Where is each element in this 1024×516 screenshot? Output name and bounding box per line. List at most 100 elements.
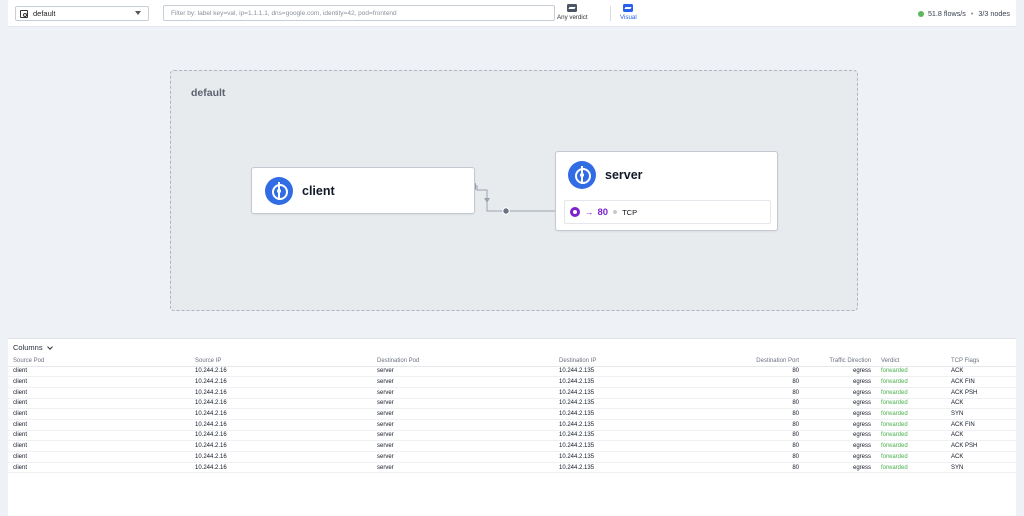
protocol-label: TCP	[622, 207, 638, 217]
source-pod-cell: client	[8, 430, 190, 442]
source-pod-cell: client	[8, 398, 190, 410]
server-service-name: server	[605, 168, 643, 182]
destination-port-cell: 80	[704, 419, 804, 431]
namespace-select-value: default	[33, 9, 56, 18]
tcp-flags-cell: ACK FIN	[946, 376, 1016, 388]
status-separator: •	[970, 9, 974, 18]
table-header-row: Source Pod Source IP Destination Pod Des…	[8, 356, 1016, 367]
filter-input[interactable]	[163, 5, 555, 21]
destination-port-cell: 80	[704, 408, 804, 420]
verdict-cell: forwarded	[876, 387, 946, 399]
source-pod-cell: client	[8, 440, 190, 452]
source-pod-cell: client	[8, 419, 190, 431]
node-count: 3/3 nodes	[978, 9, 1010, 18]
table-row[interactable]: client 10.244.2.16 server 10.244.2.135 80 egr…	[8, 398, 1016, 410]
destination-pod-cell: server	[372, 387, 554, 399]
destination-port-cell: 80	[704, 451, 804, 463]
source-ip-cell: 10.244.2.16	[190, 440, 372, 452]
verdict-filter-label: Any verdict	[557, 14, 588, 21]
column-header[interactable]: Traffic Direction	[804, 356, 876, 367]
destination-port-cell: 80	[704, 440, 804, 452]
table-row[interactable]: client 10.244.2.16 server 10.244.2.135 80 egr…	[8, 408, 1016, 420]
verdict-icon	[567, 4, 578, 12]
tcp-flags-cell: SYN	[946, 462, 1016, 474]
destination-pod-cell: server	[372, 419, 554, 431]
source-ip-cell: 10.244.2.16	[190, 398, 372, 410]
namespace-select[interactable]: default	[15, 6, 149, 21]
table-row[interactable]: client 10.244.2.16 server 10.244.2.135 80 egr…	[8, 419, 1016, 431]
table-row[interactable]: client 10.244.2.16 server 10.244.2.135 80 egr…	[8, 430, 1016, 442]
namespace-icon	[20, 9, 28, 18]
table-row[interactable]: client 10.244.2.16 server 10.244.2.135 80 egr…	[8, 440, 1016, 452]
destination-port-cell: 80	[704, 462, 804, 474]
column-header[interactable]: TCP Flags	[946, 356, 1016, 367]
verdict-cell: forwarded	[876, 398, 946, 410]
source-ip-cell: 10.244.2.16	[190, 387, 372, 399]
column-header[interactable]: Source IP	[190, 356, 372, 367]
verdict-cell: forwarded	[876, 430, 946, 442]
client-service-name: client	[302, 184, 335, 198]
source-ip-cell: 10.244.2.16	[190, 451, 372, 463]
table-row[interactable]: client 10.244.2.16 server 10.244.2.135 80 egr…	[8, 376, 1016, 388]
verdict-filter-button[interactable]: Any verdict	[557, 4, 588, 21]
column-header[interactable]: Destination Pod	[372, 356, 554, 367]
chevron-down-icon	[135, 11, 141, 15]
server-port-row[interactable]: → 80 TCP	[564, 200, 771, 224]
column-header[interactable]: Source Pod	[8, 356, 190, 367]
source-ip-cell: 10.244.2.16	[190, 462, 372, 474]
table-row[interactable]: client 10.244.2.16 server 10.244.2.135 80 egr…	[8, 462, 1016, 474]
verdict-cell: forwarded	[876, 408, 946, 420]
column-header[interactable]: Verdict	[876, 356, 946, 367]
tcp-flags-cell: ACK PSH	[946, 387, 1016, 399]
columns-button[interactable]: Columns	[13, 343, 53, 352]
destination-port-cell: 80	[704, 376, 804, 388]
destination-ip-cell: 10.244.2.135	[554, 376, 704, 388]
verdict-cell: forwarded	[876, 376, 946, 388]
destination-port-cell: 80	[704, 366, 804, 378]
table-row[interactable]: client 10.244.2.16 server 10.244.2.135 80 egr…	[8, 366, 1016, 378]
chevron-down-icon	[46, 343, 53, 350]
traffic-direction-cell: egress	[804, 440, 876, 452]
server-service-card[interactable]: server → 80 TCP	[555, 151, 778, 231]
separator-dot	[613, 210, 618, 214]
source-pod-cell: client	[8, 387, 190, 399]
visual-view-button[interactable]: Visual	[620, 4, 637, 21]
port-icon	[570, 207, 580, 217]
kubernetes-icon	[568, 161, 596, 189]
tcp-flags-cell: ACK FIN	[946, 419, 1016, 431]
tcp-flags-cell: ACK	[946, 430, 1016, 442]
source-pod-cell: client	[8, 366, 190, 378]
traffic-direction-cell: egress	[804, 398, 876, 410]
columns-label: Columns	[13, 343, 43, 352]
tcp-flags-cell: ACK	[946, 398, 1016, 410]
tcp-flags-cell: ACK	[946, 451, 1016, 463]
top-toolbar: default Any verdict Visual 51.8 flows/s …	[8, 0, 1016, 27]
source-ip-cell: 10.244.2.16	[190, 376, 372, 388]
client-service-card[interactable]: client	[251, 167, 475, 214]
table-row[interactable]: client 10.244.2.16 server 10.244.2.135 80 egr…	[8, 387, 1016, 399]
link-node	[502, 207, 510, 215]
destination-pod-cell: server	[372, 408, 554, 420]
destination-ip-cell: 10.244.2.135	[554, 408, 704, 420]
column-header[interactable]: Destination Port	[704, 356, 804, 367]
destination-ip-cell: 10.244.2.135	[554, 462, 704, 474]
tcp-flags-cell: ACK	[946, 366, 1016, 378]
destination-port-cell: 80	[704, 398, 804, 410]
port-number: 80	[597, 206, 609, 218]
verdict-cell: forwarded	[876, 440, 946, 452]
column-header[interactable]: Destination IP	[554, 356, 704, 367]
visual-icon	[623, 4, 634, 12]
table-row[interactable]: client 10.244.2.16 server 10.244.2.135 80 egr…	[8, 451, 1016, 463]
source-ip-cell: 10.244.2.16	[190, 408, 372, 420]
destination-ip-cell: 10.244.2.135	[554, 451, 704, 463]
source-pod-cell: client	[8, 451, 190, 463]
namespace-box: default client server → 80 TCP	[170, 70, 858, 311]
verdict-cell: forwarded	[876, 451, 946, 463]
destination-ip-cell: 10.244.2.135	[554, 366, 704, 378]
flows-table: Source Pod Source IP Destination Pod Des…	[8, 356, 1016, 474]
destination-port-cell: 80	[704, 430, 804, 442]
kubernetes-icon	[265, 177, 293, 205]
destination-pod-cell: server	[372, 451, 554, 463]
flows-panel: Columns Source Pod Source IP Destination…	[8, 338, 1016, 516]
connection-status: 51.8 flows/s • 3/3 nodes	[917, 9, 1010, 18]
